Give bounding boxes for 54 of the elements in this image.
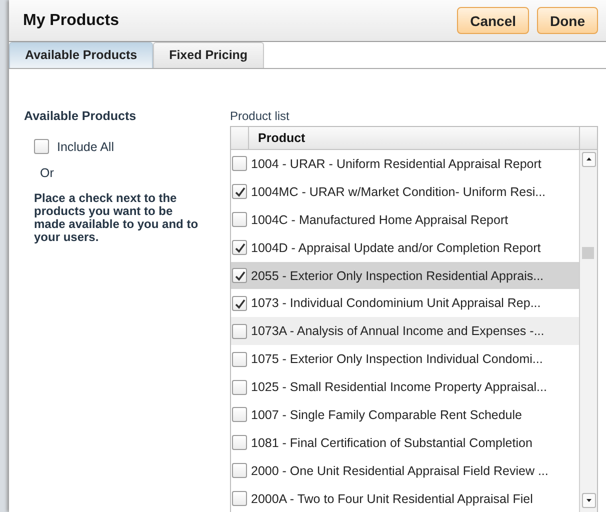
product-row[interactable]: 1004C - Manufactured Home Appraisal Report xyxy=(231,206,580,234)
checkbox[interactable] xyxy=(232,380,247,395)
dialog-button[interactable]: Cancel xyxy=(457,7,529,34)
checkbox[interactable] xyxy=(232,296,247,311)
checkbox[interactable] xyxy=(232,435,247,450)
product-name: 1004D - Appraisal Update and/or Completion Report xyxy=(251,240,541,255)
product-row[interactable]: 1004MC - URAR w/Market Condition- Uniform Resi... xyxy=(231,178,580,206)
dialog-title: My Products xyxy=(23,12,120,30)
checkbox[interactable] xyxy=(232,212,247,228)
checkbox[interactable] xyxy=(232,156,247,172)
checkbox[interactable] xyxy=(232,184,247,200)
section-heading: Available Products xyxy=(24,109,138,123)
product-row[interactable]: 1073 - Individual Condominium Unit Appraisal Rep... xyxy=(231,289,580,318)
product-name: 1073 - Individual Condominium Unit Appraisal Rep... xyxy=(251,296,541,310)
product-name: 1007 - Single Family Comparable Rent Schedule xyxy=(251,408,522,422)
product-row[interactable]: 1073A - Analysis of Annual Income and Expenses -... xyxy=(231,317,580,346)
checkbox[interactable] xyxy=(232,407,247,422)
list-label: Product list xyxy=(230,109,290,123)
checkbox[interactable] xyxy=(232,240,247,256)
product-row[interactable]: 2055 - Exterior Only Inspection Residential Apprais... xyxy=(231,262,580,290)
scroll-down-icon[interactable] xyxy=(582,493,596,508)
tab[interactable]: Fixed Pricing xyxy=(153,42,264,68)
product-name: 2000A - Two to Four Unit Residential Appraisal Fiel xyxy=(251,492,533,506)
tab[interactable]: Available Products xyxy=(9,42,154,68)
scroll-thumb[interactable] xyxy=(582,247,594,259)
product-row[interactable]: 1004D - Appraisal Update and/or Completion Report xyxy=(231,234,580,262)
product-name: 1073A - Analysis of Annual Income and Expenses -... xyxy=(251,324,544,338)
checkbox[interactable] xyxy=(232,491,247,506)
product-name: 2000 - One Unit Residential Appraisal Field Review ... xyxy=(251,464,548,478)
product-row[interactable]: 1075 - Exterior Only Inspection Individual Condomi... xyxy=(231,345,580,374)
instructions-text: Place a check next to the products you want to be made available to you and to your users. xyxy=(34,192,200,244)
product-row[interactable]: 1007 - Single Family Comparable Rent Schedule xyxy=(231,401,580,429)
checkbox[interactable] xyxy=(232,352,247,367)
checkbox-label: Include All xyxy=(57,140,114,154)
product-name: 1004 - URAR - Uniform Residential Appraisal Report xyxy=(251,156,542,171)
product-name: 1075 - Exterior Only Inspection Individual Condomi... xyxy=(251,352,543,366)
or-label: Or xyxy=(40,166,55,180)
product-row[interactable]: 1004 - URAR - Uniform Residential Appraisal Report xyxy=(231,150,580,178)
checkbox[interactable] xyxy=(232,463,247,478)
scrollbar[interactable] xyxy=(579,150,597,512)
product-row[interactable]: 2000 - One Unit Residential Appraisal Field Review ... xyxy=(231,456,580,485)
checkbox[interactable] xyxy=(232,268,247,283)
product-name: 2055 - Exterior Only Inspection Residential Apprais... xyxy=(251,268,544,282)
product-row[interactable]: 2000A - Two to Four Unit Residential Appraisal Fiel xyxy=(231,484,580,512)
dialog-button[interactable]: Done xyxy=(537,7,598,34)
product-name: 1004MC - URAR w/Market Condition- Uniform Resi... xyxy=(251,184,546,199)
product-row[interactable]: 1081 - Final Certification of Substantial Completion xyxy=(231,428,580,457)
checkbox[interactable] xyxy=(34,139,49,154)
product-name: 1081 - Final Certification of Substantial Completion xyxy=(251,436,532,450)
scroll-up-icon[interactable] xyxy=(582,152,596,167)
product-row[interactable]: 1025 - Small Residential Income Property Appraisal... xyxy=(231,373,580,402)
product-name: 1004C - Manufactured Home Appraisal Report xyxy=(251,212,508,227)
checkbox[interactable] xyxy=(232,324,247,339)
product-name: 1025 - Small Residential Income Property Appraisal... xyxy=(251,380,547,394)
